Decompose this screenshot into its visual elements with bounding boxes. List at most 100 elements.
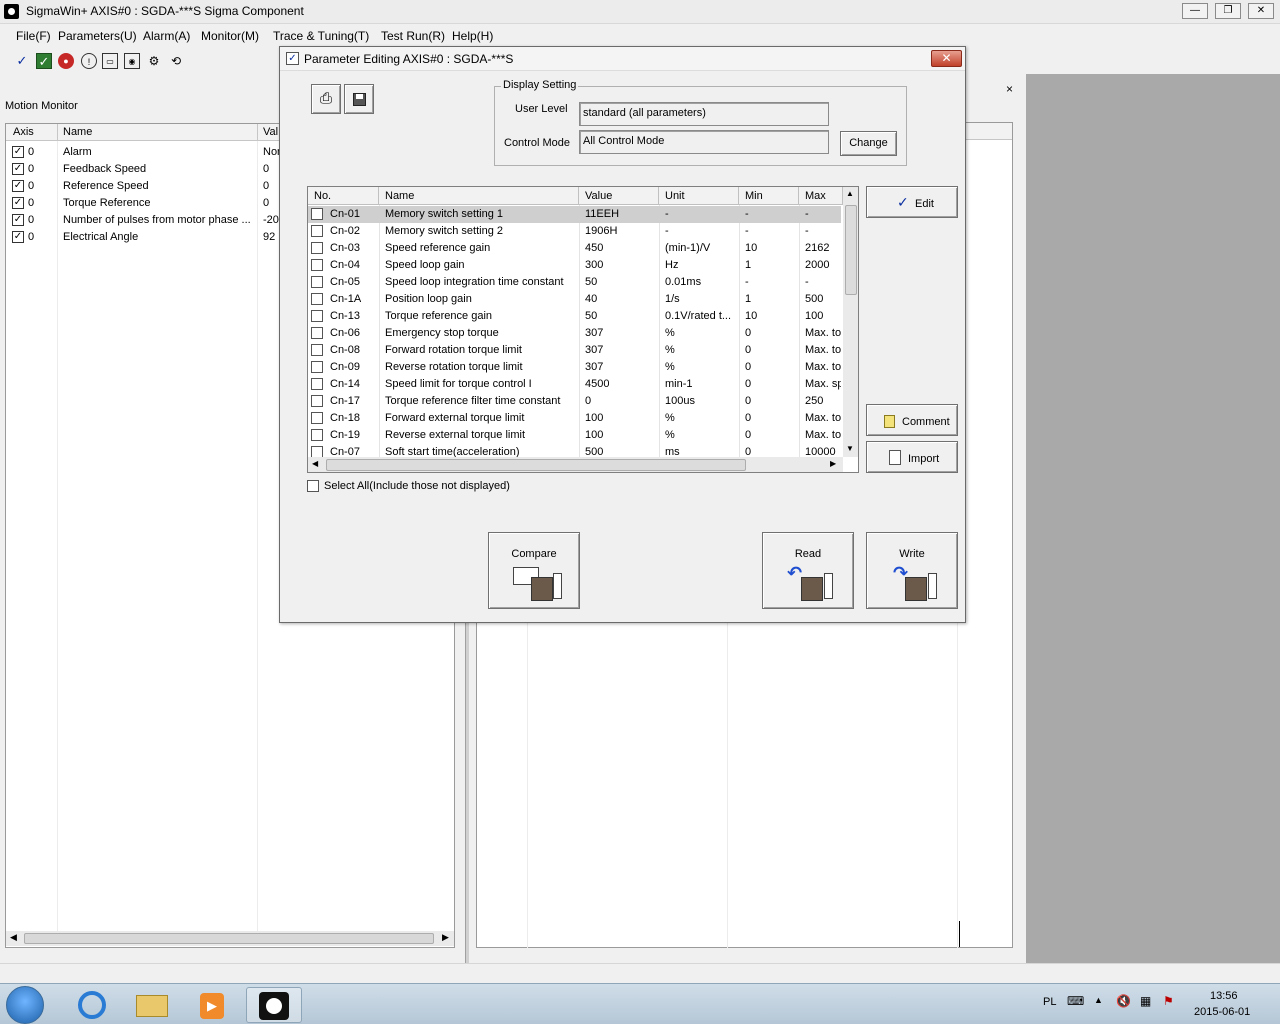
param-value[interactable]: 50: [585, 276, 597, 288]
stop-icon[interactable]: ●: [58, 53, 74, 69]
ie-icon[interactable]: [64, 987, 120, 1023]
monitor-icon[interactable]: ▭: [102, 53, 118, 69]
row-checkbox[interactable]: [311, 344, 323, 356]
param-value[interactable]: 50: [585, 310, 597, 322]
write-button[interactable]: Write ↷: [866, 532, 958, 609]
table-row[interactable]: Cn-07 Soft start time(acceleration) 500 …: [308, 444, 841, 457]
jog-icon[interactable]: ⟲: [168, 53, 184, 69]
param-value[interactable]: 0: [585, 395, 591, 407]
param-value[interactable]: 300: [585, 259, 603, 271]
info-icon[interactable]: !: [81, 53, 97, 69]
close-button[interactable]: ✕: [1248, 3, 1274, 19]
menu-help[interactable]: Help(H): [452, 29, 493, 43]
scroll-left-icon[interactable]: ◀: [312, 459, 318, 468]
table-row[interactable]: Cn-19 Reverse external torque limit 100 …: [308, 427, 841, 444]
row-checkbox[interactable]: [311, 395, 323, 407]
row-checkbox[interactable]: [311, 378, 323, 390]
read-button[interactable]: Read ↶: [762, 532, 854, 609]
row-checkbox[interactable]: [12, 197, 24, 209]
param-value[interactable]: 307: [585, 327, 603, 339]
check-icon[interactable]: ✓: [14, 53, 30, 69]
action-center-icon[interactable]: ⚑: [1163, 994, 1174, 1008]
column-header-max[interactable]: Max: [799, 187, 843, 205]
verify-icon[interactable]: ✓: [36, 53, 52, 69]
column-header-axis[interactable]: Axis: [13, 126, 34, 138]
row-checkbox[interactable]: [12, 163, 24, 175]
user-level-field[interactable]: standard (all parameters): [579, 102, 829, 126]
param-value[interactable]: 4500: [585, 378, 609, 390]
import-button[interactable]: Import: [866, 441, 958, 473]
table-row[interactable]: Cn-08 Forward rotation torque limit 307 …: [308, 342, 841, 359]
column-header-min[interactable]: Min: [739, 187, 799, 205]
keyboard-icon[interactable]: ⌨: [1067, 994, 1084, 1008]
row-checkbox[interactable]: [12, 214, 24, 226]
column-header-value[interactable]: Val: [263, 126, 278, 138]
network-icon[interactable]: ▦: [1140, 994, 1151, 1008]
param-value[interactable]: 500: [585, 446, 603, 457]
param-value[interactable]: 307: [585, 361, 603, 373]
clock-time[interactable]: 13:56: [1210, 990, 1238, 1002]
table-row[interactable]: Cn-14 Speed limit for torque control I 4…: [308, 376, 841, 393]
menu-parameters[interactable]: Parameters(U): [58, 29, 137, 43]
table-row[interactable]: Cn-01 Memory switch setting 1 11EEH - - …: [308, 206, 841, 223]
trace-icon[interactable]: ◉: [124, 53, 140, 69]
row-checkbox[interactable]: [311, 446, 323, 457]
change-button[interactable]: Change: [840, 131, 897, 156]
minimize-button[interactable]: —: [1182, 3, 1208, 19]
table-row[interactable]: Cn-04 Speed loop gain 300 Hz 1 2000: [308, 257, 841, 274]
compare-button[interactable]: Compare: [488, 532, 580, 609]
close-panel-icon[interactable]: ×: [1006, 82, 1013, 96]
media-player-icon[interactable]: ▶: [184, 987, 240, 1023]
column-header-no[interactable]: No.: [308, 187, 379, 205]
row-checkbox[interactable]: [311, 259, 323, 271]
param-value[interactable]: 1906H: [585, 225, 617, 237]
menu-trace-tuning[interactable]: Trace & Tuning(T): [273, 29, 369, 43]
table-row[interactable]: Cn-06 Emergency stop torque 307 % 0 Max.…: [308, 325, 841, 342]
row-checkbox[interactable]: [12, 180, 24, 192]
row-checkbox[interactable]: [311, 276, 323, 288]
comment-button[interactable]: Comment: [866, 404, 958, 436]
row-checkbox[interactable]: [311, 429, 323, 441]
row-checkbox[interactable]: [311, 225, 323, 237]
table-row[interactable]: Cn-17 Torque reference filter time const…: [308, 393, 841, 410]
column-header-unit[interactable]: Unit: [659, 187, 739, 205]
clock-date[interactable]: 2015-06-01: [1194, 1006, 1250, 1018]
table-row[interactable]: Cn-05 Speed loop integration time consta…: [308, 274, 841, 291]
row-checkbox[interactable]: [311, 293, 323, 305]
select-all-checkbox[interactable]: [307, 480, 319, 492]
table-row[interactable]: Cn-1A Position loop gain 40 1/s 1 500: [308, 291, 841, 308]
column-header-name[interactable]: Name: [63, 126, 92, 138]
param-value[interactable]: 100: [585, 429, 603, 441]
explorer-icon[interactable]: [124, 987, 180, 1023]
row-checkbox[interactable]: [311, 327, 323, 339]
row-checkbox[interactable]: [12, 231, 24, 243]
volume-icon[interactable]: 🔇: [1116, 994, 1131, 1008]
scroll-left-icon[interactable]: ◀: [10, 932, 17, 943]
row-checkbox[interactable]: [311, 310, 323, 322]
row-checkbox[interactable]: [12, 146, 24, 158]
row-checkbox[interactable]: [311, 412, 323, 424]
param-value[interactable]: 307: [585, 344, 603, 356]
edit-button[interactable]: ✓ Edit: [866, 186, 958, 218]
scroll-up-icon[interactable]: ▲: [846, 189, 854, 198]
table-row[interactable]: Cn-18 Forward external torque limit 100 …: [308, 410, 841, 427]
horizontal-scrollbar[interactable]: ◀ ▶: [6, 931, 454, 946]
vertical-scrollbar[interactable]: ▲ ▼: [843, 187, 858, 457]
table-row[interactable]: Cn-02 Memory switch setting 2 1906H - - …: [308, 223, 841, 240]
save-icon[interactable]: [344, 84, 374, 114]
row-checkbox[interactable]: [311, 242, 323, 254]
dialog-close-button[interactable]: ✕: [931, 50, 962, 67]
table-row[interactable]: Cn-09 Reverse rotation torque limit 307 …: [308, 359, 841, 376]
row-checkbox[interactable]: [311, 361, 323, 373]
control-mode-field[interactable]: All Control Mode: [579, 130, 829, 154]
sigmawin-taskbar-icon[interactable]: [246, 987, 302, 1023]
param-value[interactable]: 450: [585, 242, 603, 254]
menu-alarm[interactable]: Alarm(A): [143, 29, 190, 43]
param-value[interactable]: 11EEH: [585, 208, 619, 220]
menu-monitor[interactable]: Monitor(M): [201, 29, 259, 43]
language-indicator[interactable]: PL: [1043, 996, 1056, 1008]
horizontal-scrollbar[interactable]: ◀ ▶: [308, 457, 843, 472]
param-value[interactable]: 100: [585, 412, 603, 424]
scroll-right-icon[interactable]: ▶: [442, 932, 449, 943]
param-value[interactable]: 40: [585, 293, 597, 305]
